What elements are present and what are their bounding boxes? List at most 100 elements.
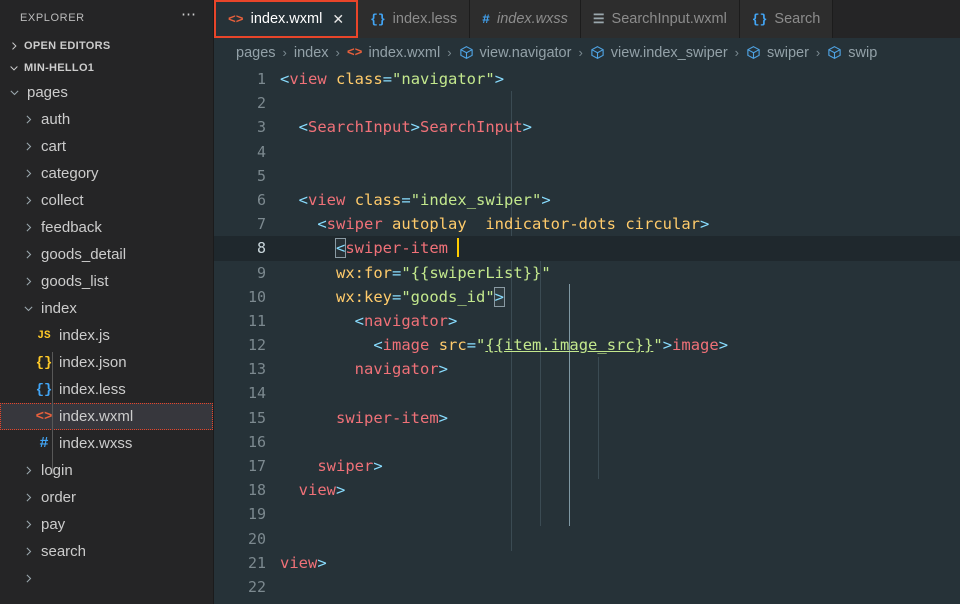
chevron-right-icon: [20, 571, 36, 587]
line-number: 19: [247, 505, 266, 524]
line-number: 2: [256, 94, 266, 113]
tree-folder-row[interactable]: search: [0, 538, 213, 565]
code-text: wx:key="goods_id">: [336, 286, 506, 307]
tree-folder-row[interactable]: collect: [0, 187, 213, 214]
wxml-list-icon: ☰: [592, 11, 605, 27]
code-line[interactable]: 3 <SearchInput>SearchInput>: [214, 115, 960, 139]
code-line[interactable]: 8 <swiper-item: [214, 236, 960, 261]
line-number: 22: [247, 577, 266, 596]
tree-item-label: index.json: [59, 354, 127, 371]
code-line[interactable]: 1 <view class="navigator">: [214, 67, 960, 91]
tree-item-label: goods_list: [41, 273, 109, 290]
close-icon[interactable]: ✕: [332, 11, 344, 28]
breadcrumb-item[interactable]: pages: [236, 45, 276, 61]
tree-folder-row[interactable]: goods_detail: [0, 241, 213, 268]
tree-folder-row[interactable]: auth: [0, 106, 213, 133]
tree-folder-row[interactable]: [0, 565, 213, 592]
code-line[interactable]: 16: [214, 430, 960, 454]
tree-folder-row[interactable]: pay: [0, 511, 213, 538]
explorer-title: EXPLORER: [20, 11, 85, 24]
breadcrumb-item[interactable]: <> index.wxml: [347, 45, 440, 61]
tree-folder-row[interactable]: pages: [0, 79, 213, 106]
tree-folder-row[interactable]: goods_list: [0, 268, 213, 295]
tree-file-row[interactable]: {} index.less: [0, 376, 213, 403]
code-line[interactable]: 5: [214, 164, 960, 188]
breadcrumb-item[interactable]: swip: [827, 45, 877, 61]
less-file-icon: {}: [370, 11, 386, 27]
breadcrumb-item[interactable]: swiper: [746, 45, 809, 61]
code-line[interactable]: 2: [214, 91, 960, 115]
breadcrumb-item[interactable]: view.index_swiper: [590, 45, 728, 61]
wxml-file-icon: <>: [228, 11, 244, 27]
code-line[interactable]: 20: [214, 527, 960, 551]
line-number: 18: [247, 481, 266, 500]
tree-file-row[interactable]: JS index.js: [0, 322, 213, 349]
code-editor[interactable]: 1 <view class="navigator"> 2 3 <SearchInpu…: [214, 67, 960, 604]
tree-item-label: pay: [41, 516, 66, 533]
tree-file-row[interactable]: # index.wxss: [0, 430, 213, 457]
chevron-right-icon: [20, 463, 36, 479]
chevron-right-icon: [6, 38, 22, 54]
tree-file-row[interactable]: <> index.wxml: [0, 403, 213, 430]
tree-folder-row[interactable]: cart: [0, 133, 213, 160]
code-line[interactable]: 9 wx:for="{{swiperList}}": [214, 261, 960, 285]
breadcrumb-label: index.wxml: [368, 44, 441, 61]
wxml-file-icon: <>: [346, 45, 363, 60]
editor-tab[interactable]: # index.wxss: [470, 0, 581, 38]
tab-label: index.wxml: [250, 11, 323, 27]
tree-file-row[interactable]: {} index.json: [0, 349, 213, 376]
code-line[interactable]: 10 wx:key="goods_id">: [214, 285, 960, 309]
section-min-hello1[interactable]: MIN-HELLO1: [0, 57, 213, 79]
code-lines: 1 <view class="navigator"> 2 3 <SearchInpu…: [214, 67, 960, 604]
line-number: 14: [247, 384, 266, 403]
code-line[interactable]: 18 view>: [214, 478, 960, 502]
breadcrumb-item[interactable]: view.navigator: [459, 45, 571, 61]
breadcrumb-item[interactable]: index: [294, 45, 329, 61]
symbol-cube-icon: [827, 45, 842, 60]
tree-folder-row[interactable]: order: [0, 484, 213, 511]
explorer-header: EXPLORER ⋯: [0, 0, 213, 35]
ellipsis-icon[interactable]: ⋯: [181, 7, 197, 25]
tree-folder-row[interactable]: category: [0, 160, 213, 187]
code-line[interactable]: 4: [214, 140, 960, 164]
line-number: 8: [256, 239, 266, 258]
section-open-editors[interactable]: OPEN EDITORS: [0, 35, 213, 57]
line-number: 4: [256, 142, 266, 161]
editor-tab[interactable]: ☰ SearchInput.wxml: [580, 0, 740, 38]
code-line[interactable]: 22: [214, 575, 960, 599]
code-line[interactable]: 12 <image src="{{item.image_src}}">image…: [214, 333, 960, 357]
line-number: 11: [247, 311, 266, 330]
tree-folder-row[interactable]: feedback: [0, 214, 213, 241]
chevron-right-icon: [20, 139, 36, 155]
tab-label: Search: [774, 11, 821, 27]
editor-tab[interactable]: {} index.less: [358, 0, 471, 38]
chevron-right-icon: [20, 112, 36, 128]
code-line[interactable]: 7 <swiper autoplay indicator-dots circul…: [214, 212, 960, 236]
tree-item-label: goods_detail: [41, 246, 127, 263]
code-text: <view class="navigator">: [280, 70, 505, 88]
code-line[interactable]: 23: [214, 599, 960, 604]
code-line[interactable]: 13 navigator>: [214, 357, 960, 381]
editor-tab[interactable]: <> index.wxml ✕: [214, 0, 359, 38]
chevron-right-icon: [20, 490, 36, 506]
chevron-right-icon: [20, 517, 36, 533]
tree-folder-row[interactable]: index: [0, 295, 213, 322]
wxss-file-icon: #: [39, 435, 49, 452]
editor-tab[interactable]: {} Search: [739, 0, 834, 38]
tree-folder-row[interactable]: login: [0, 457, 213, 484]
code-line[interactable]: 14: [214, 381, 960, 405]
code-line[interactable]: 19: [214, 502, 960, 526]
symbol-cube-icon: [590, 45, 605, 60]
line-number: 5: [256, 166, 266, 185]
code-line[interactable]: 6 <view class="index_swiper">: [214, 188, 960, 212]
chevron-down-icon: [6, 60, 22, 76]
code-line[interactable]: 21 view>: [214, 551, 960, 575]
code-line[interactable]: 15 swiper-item>: [214, 406, 960, 430]
line-number: 16: [247, 432, 266, 451]
code-line[interactable]: 17 swiper>: [214, 454, 960, 478]
section-label: MIN-HELLO1: [24, 62, 95, 74]
code-line[interactable]: 11 <navigator>: [214, 309, 960, 333]
chevron-right-icon: [20, 193, 36, 209]
code-text: <SearchInput>SearchInput>: [298, 118, 533, 137]
